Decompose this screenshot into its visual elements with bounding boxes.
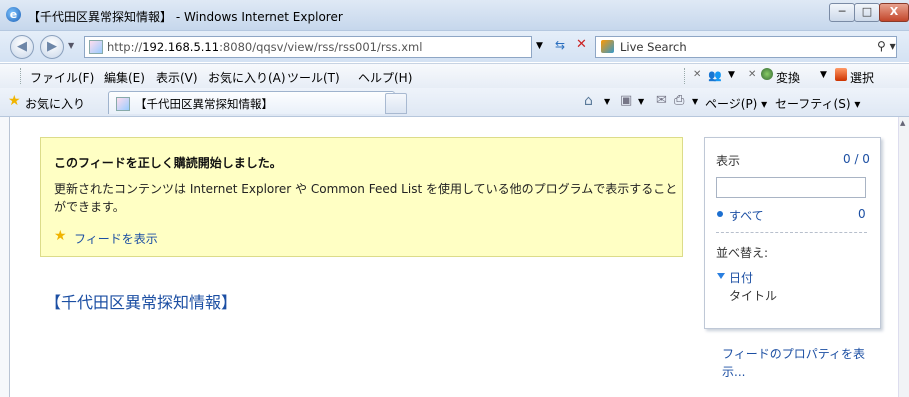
close-toolbar-icon[interactable]: ✕ [748, 69, 756, 80]
select-icon [835, 68, 847, 81]
notice-title: このフィードを正しく購読開始しました。 [54, 156, 282, 170]
feed-filter-panel: 表示 0 / 0 すべて 0 並べ替え: 日付 タイトル [704, 137, 881, 329]
item-count: 0 / 0 [843, 152, 870, 166]
frame-border [0, 117, 10, 397]
toolbar-grip[interactable] [20, 68, 24, 84]
convert-icon [761, 68, 773, 80]
menu-edit[interactable]: 編集(E) [104, 69, 145, 86]
close-toolbar-icon[interactable]: ✕ [693, 69, 701, 80]
chevron-down-icon[interactable]: ▼ [820, 70, 827, 80]
tab-label: 【千代田区異常探知情報】 [135, 97, 273, 111]
url-text[interactable]: http://192.168.5.11:8080/qqsv/view/rss/r… [107, 40, 422, 54]
maximize-button[interactable]: □ [854, 3, 880, 22]
filter-all-count: 0 [858, 207, 866, 221]
select-button[interactable]: 選択 [850, 69, 874, 86]
home-icon[interactable]: ⌂ [584, 93, 593, 109]
print-icon[interactable]: ⎙ [674, 93, 684, 108]
people-icon[interactable]: 👥 [708, 69, 722, 82]
safety-menu-button[interactable]: セーフティ(S) ▾ [775, 95, 860, 112]
toolbar-grip[interactable] [684, 68, 688, 84]
page-icon [89, 40, 103, 54]
minimize-button[interactable]: ─ [829, 3, 855, 22]
sort-by-date-link[interactable]: 日付 [729, 269, 753, 286]
show-label: 表示 [716, 154, 741, 168]
mail-icon[interactable]: ✉ [656, 93, 667, 108]
chevron-down-icon[interactable]: ▼ [728, 70, 735, 80]
favorites-star-icon: ★ [54, 228, 67, 244]
menu-help[interactable]: ヘルプ(H) [358, 69, 412, 86]
filter-input[interactable] [716, 177, 866, 198]
convert-button[interactable]: 変換 [776, 69, 800, 86]
feed-properties-link[interactable]: フィードのプロパティを表示... [722, 345, 882, 381]
page-menu-button[interactable]: ページ(P) ▾ [705, 95, 767, 112]
chevron-down-icon[interactable]: ▼ [638, 97, 644, 106]
chevron-down-icon[interactable]: ▼ [692, 97, 698, 106]
tab-active[interactable]: 【千代田区異常探知情報】 [108, 91, 395, 114]
view-feed-link[interactable]: フィードを表示 [74, 230, 158, 247]
sort-label: 並べ替え: [716, 246, 769, 260]
menu-favorites[interactable]: お気に入り(A) [208, 69, 286, 86]
stop-icon[interactable]: ✕ [576, 37, 587, 52]
menu-file[interactable]: ファイル(F) [30, 69, 94, 86]
forward-button[interactable]: ▶ [40, 35, 64, 59]
title-bar: e 【千代田区異常探知情報】 - Windows Internet Explor… [0, 0, 909, 31]
search-input[interactable]: Live Search [595, 36, 897, 58]
sort-arrow-icon [717, 273, 725, 279]
search-icon[interactable]: ⚲ ▾ [877, 39, 896, 53]
feeds-icon[interactable]: ▣ [620, 93, 632, 108]
divider [716, 232, 867, 233]
back-button[interactable]: ◀ [10, 35, 34, 59]
window-title: 【千代田区異常探知情報】 - Windows Internet Explorer [28, 10, 343, 24]
address-row: ◀ ▶ ▼ http://192.168.5.11:8080/qqsv/view… [0, 31, 909, 62]
favorites-star-icon[interactable]: ★ [8, 93, 21, 109]
feed-title[interactable]: 【千代田区異常探知情報】 [45, 289, 237, 313]
new-tab-button[interactable] [385, 93, 407, 114]
ie-logo-icon: e [6, 7, 21, 22]
menu-view[interactable]: 表示(V) [156, 69, 198, 86]
menu-tools[interactable]: ツール(T) [287, 69, 340, 86]
scroll-up-icon[interactable]: ▲ [900, 119, 905, 127]
favorites-bar: ★ お気に入り 【千代田区異常探知情報】 ⌂ ▼ ▣ ▼ ✉ ⎙ ▼ ページ(P… [0, 88, 909, 117]
nav-history-dropdown-icon[interactable]: ▼ [68, 41, 74, 50]
bullet-icon [717, 211, 723, 217]
subscription-notice: このフィードを正しく購読開始しました。 更新されたコンテンツは Internet… [40, 137, 683, 257]
filter-all-link[interactable]: すべて [729, 207, 764, 224]
search-placeholder: Live Search [620, 40, 687, 54]
refresh-icon[interactable]: ⇆ [555, 38, 565, 52]
address-dropdown-icon[interactable]: ▼ [536, 41, 543, 51]
sort-by-title-link[interactable]: タイトル [729, 287, 777, 304]
close-button[interactable]: X [879, 3, 909, 22]
page-icon [116, 97, 130, 111]
scrollbar[interactable] [898, 117, 909, 397]
address-bar[interactable]: http://192.168.5.11:8080/qqsv/view/rss/r… [84, 36, 532, 58]
menu-bar: ファイル(F) 編集(E) 表示(V) お気に入り(A) ツール(T) ヘルプ(… [0, 63, 909, 89]
live-search-icon [601, 40, 614, 53]
favorites-button[interactable]: お気に入り [25, 95, 85, 112]
chevron-down-icon[interactable]: ▼ [604, 97, 610, 106]
notice-body: 更新されたコンテンツは Internet Explorer や Common F… [54, 182, 678, 214]
